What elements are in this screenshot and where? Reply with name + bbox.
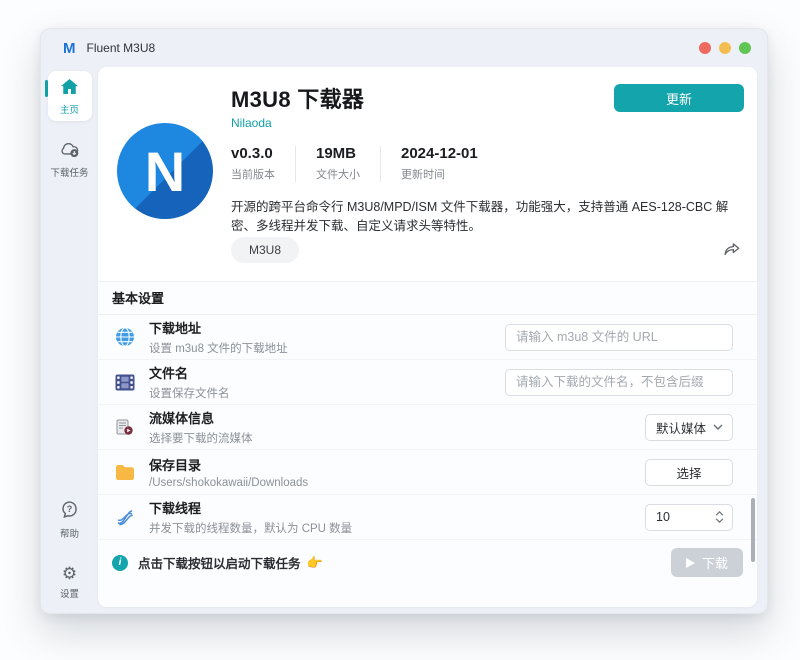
sidebar-item-settings[interactable]: ⚙ 设置: [48, 557, 92, 605]
minimize-window-button[interactable]: [719, 42, 731, 54]
app-logo-icon: M: [63, 39, 76, 57]
settings-row-stream-media: 流媒体信息 选择要下载的流媒体 默认媒体: [98, 405, 757, 450]
page-title: M3U8 下载器: [231, 87, 365, 112]
app-description: 开源的跨平台命令行 M3U8/MPD/ISM 文件下载器，功能强大，支持普通 A…: [231, 200, 729, 234]
app-window: M Fluent M3U8 主页 下载任务 ? 帮助 ⚙ 设置 M3U8 下载器…: [40, 28, 768, 614]
author-link[interactable]: Nilaoda: [231, 116, 272, 130]
settings-row-url: 下载地址 设置 m3u8 文件的下载地址: [98, 315, 757, 360]
stat-updated: 2024-12-01 更新时间: [381, 145, 498, 182]
svg-text:?: ?: [67, 504, 73, 514]
traffic-lights: [699, 42, 751, 54]
gear-icon: ⚙: [61, 564, 78, 584]
stat-value: v0.3.0: [231, 145, 273, 162]
section-title: 基本设置: [98, 282, 757, 315]
row-subtitle: /Users/shokokawaii/Downloads: [149, 477, 309, 489]
sidebar-item-label: 下载任务: [50, 168, 89, 179]
share-icon[interactable]: [723, 242, 741, 258]
play-icon: [685, 557, 695, 568]
app-n-logo: N: [117, 123, 213, 219]
choose-folder-button[interactable]: 选择: [645, 458, 733, 486]
film-icon: [112, 374, 138, 391]
settings-row-save-dir: 保存目录 /Users/shokokawaii/Downloads 选择: [98, 450, 757, 495]
row-subtitle: 设置 m3u8 文件的下载地址: [149, 343, 288, 355]
row-title: 下载地址: [149, 321, 202, 336]
stat-label: 当前版本: [231, 169, 275, 181]
row-subtitle: 选择要下载的流媒体: [149, 433, 253, 445]
stat-value: 2024-12-01: [401, 145, 478, 162]
sidebar-item-label: 帮助: [59, 529, 79, 540]
media-select-value: 默认媒体: [656, 421, 707, 436]
stepper-chevrons[interactable]: [715, 511, 724, 523]
footer-message: 点击下载按钮以启动下载任务: [138, 557, 301, 571]
stat-version: v0.3.0 当前版本: [231, 145, 295, 182]
download-button[interactable]: 下载: [671, 548, 743, 577]
filename-input[interactable]: [505, 368, 733, 396]
app-stats: v0.3.0 当前版本 19MB 文件大小 2024-12-01 更新时间: [231, 145, 498, 182]
cloud-download-icon: [59, 143, 81, 162]
stat-label: 更新时间: [401, 169, 445, 181]
url-input[interactable]: [505, 323, 733, 351]
active-item-indicator: [45, 80, 48, 97]
settings-section: 基本设置 下载地址 设置 m3u8 文件的下载地址 请输入 m3u8 文件的 U…: [98, 281, 757, 607]
stat-value: 19MB: [316, 145, 357, 162]
tag-row: M3U8: [231, 237, 741, 263]
update-button[interactable]: 更新: [614, 84, 744, 112]
main-panel: M3U8 下载器 Nilaoda 更新 N v0.3.0 当前版本 19MB 文…: [98, 67, 757, 607]
media-info-icon: [112, 419, 138, 436]
download-button-label: 下载: [701, 556, 728, 571]
download-footer: i 点击下载按钮以启动下载任务 👉 下载: [98, 540, 757, 585]
row-title: 文件名: [149, 366, 189, 381]
sidebar-item-download-tasks[interactable]: 下载任务: [48, 133, 92, 184]
home-icon: [60, 78, 79, 99]
zoom-window-button[interactable]: [739, 42, 751, 54]
settings-row-filename: 文件名 设置保存文件名: [98, 360, 757, 405]
sidebar-item-label: 设置: [59, 589, 79, 600]
pointing-finger-icon: 👉: [306, 554, 323, 570]
sidebar-item-label: 主页: [59, 105, 79, 116]
row-title: 流媒体信息: [149, 411, 215, 426]
folder-icon: [112, 464, 138, 480]
row-subtitle: 设置保存文件名: [149, 388, 230, 400]
info-icon: i: [112, 554, 128, 571]
sidebar-item-home[interactable]: 主页: [47, 71, 92, 121]
app-header: M3U8 下载器 Nilaoda 更新 N v0.3.0 当前版本 19MB 文…: [98, 67, 757, 281]
thread-count-value: 10: [656, 510, 670, 524]
globe-icon: [112, 327, 138, 347]
chevron-down-icon: [713, 424, 723, 430]
window-title: Fluent M3U8: [86, 41, 156, 55]
row-title: 下载线程: [149, 501, 202, 516]
row-subtitle: 并发下载的线程数量，默认为 CPU 数量: [149, 523, 353, 535]
stat-size: 19MB 文件大小: [296, 145, 380, 182]
sidebar: 主页 下载任务 ? 帮助 ⚙ 设置: [41, 67, 98, 613]
help-chat-icon: ?: [60, 501, 79, 523]
row-title: 保存目录: [149, 458, 202, 473]
tag-m3u8: M3U8: [231, 237, 300, 263]
app-n-logo-letter: N: [144, 139, 186, 203]
title-bar: M Fluent M3U8: [41, 29, 767, 67]
media-select[interactable]: 默认媒体: [645, 413, 733, 441]
threads-icon: [112, 507, 138, 527]
thread-count-stepper[interactable]: 10: [645, 503, 733, 531]
stat-label: 文件大小: [316, 169, 360, 181]
settings-row-threads: 下载线程 并发下载的线程数量，默认为 CPU 数量 10: [98, 495, 757, 540]
scrollbar-thumb[interactable]: [751, 498, 755, 562]
close-window-button[interactable]: [699, 42, 711, 54]
sidebar-item-help[interactable]: ? 帮助: [48, 493, 92, 545]
